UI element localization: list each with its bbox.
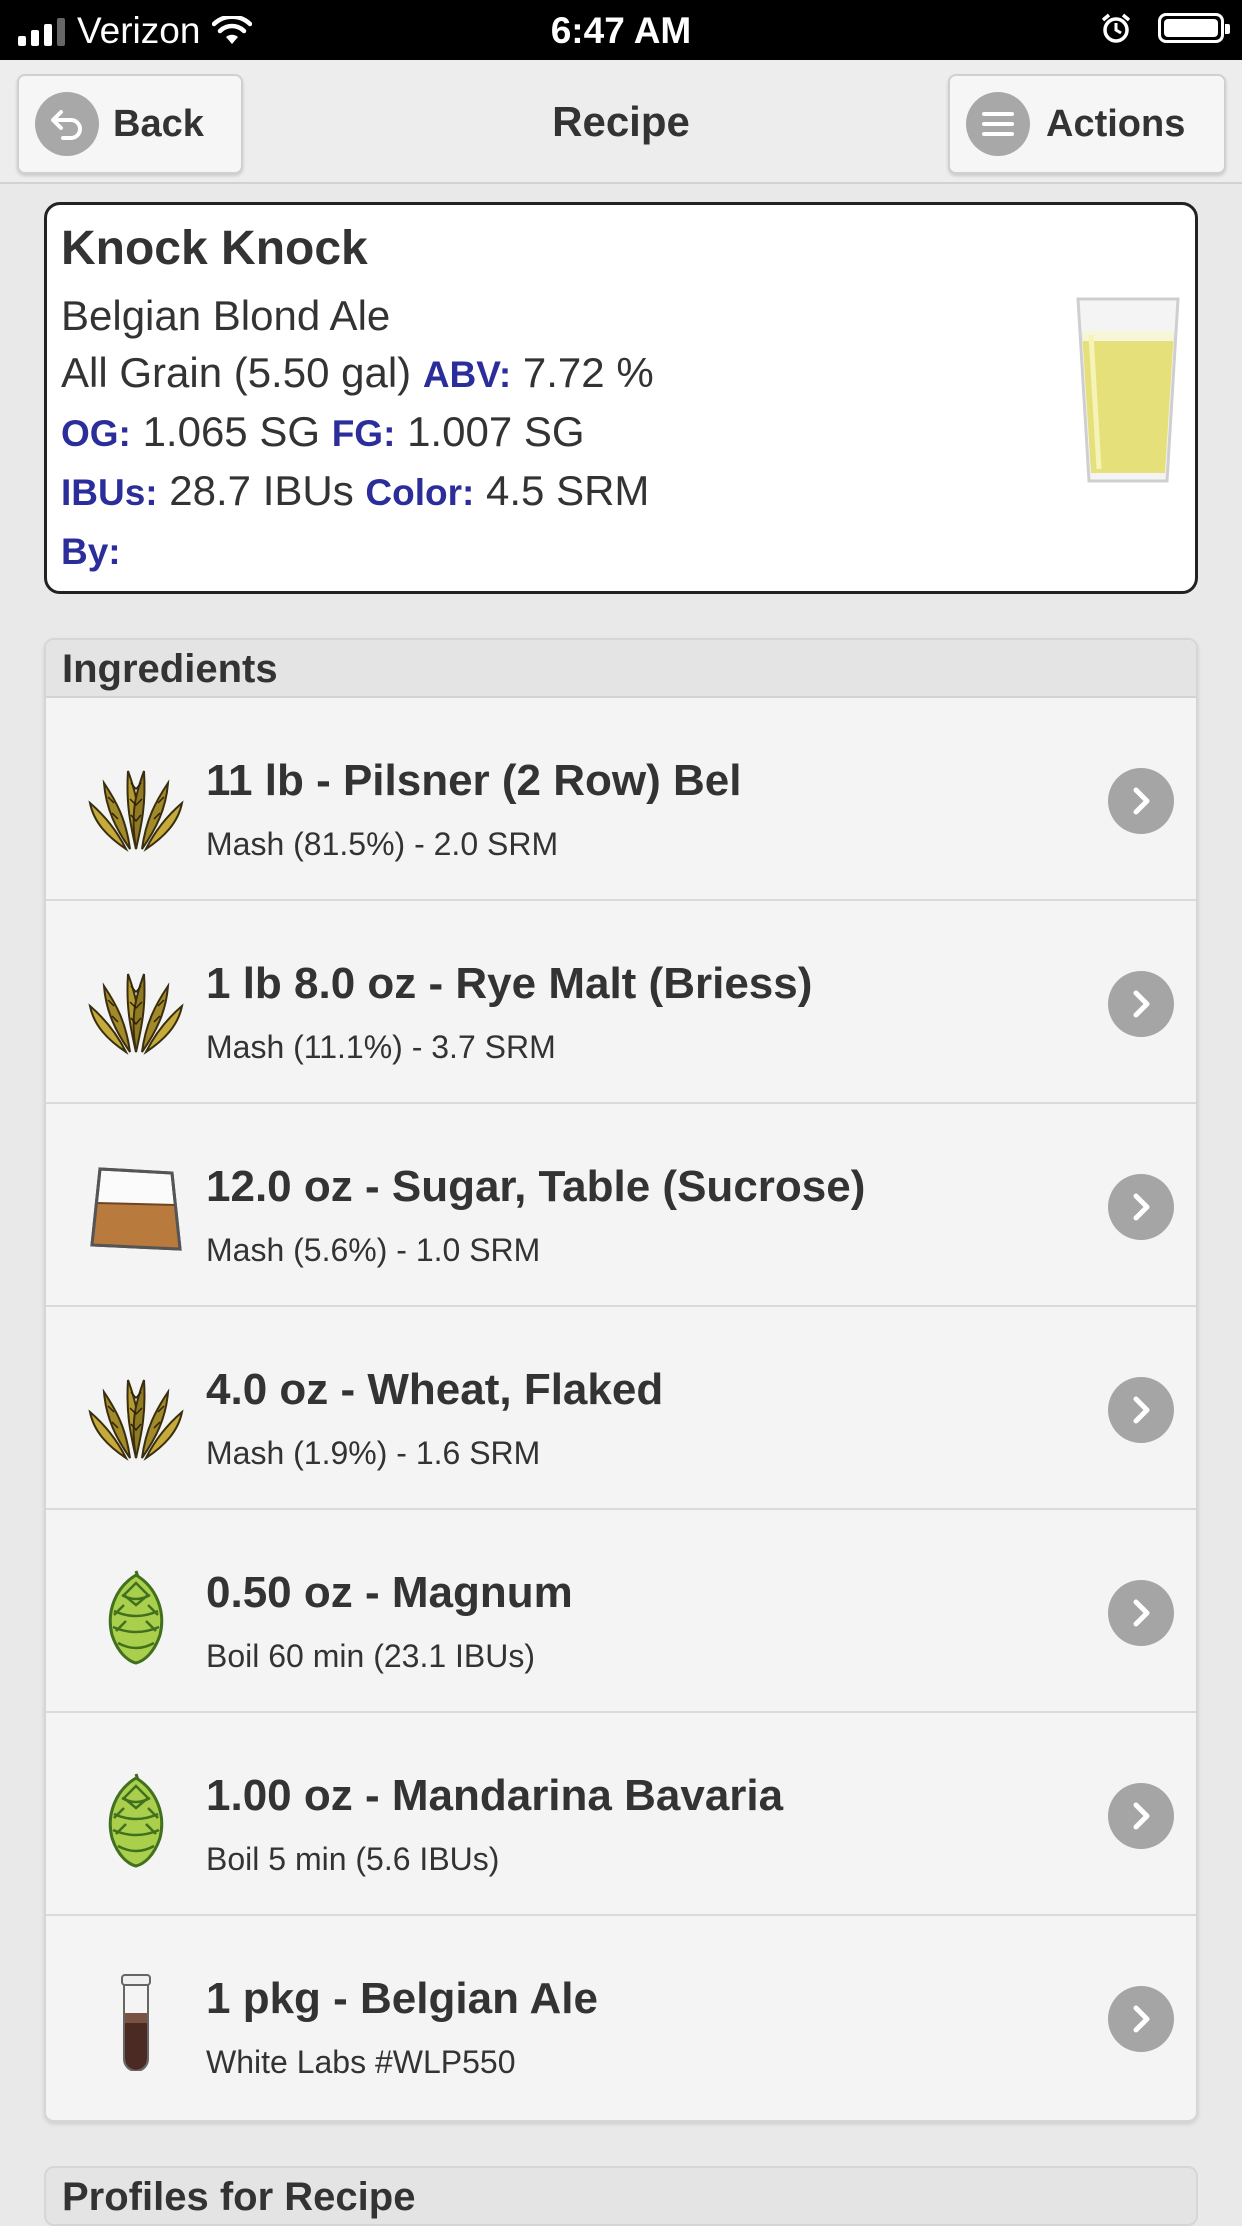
ingredient-row[interactable]: 1 pkg - Belgian Ale White Labs #WLP550: [46, 1916, 1196, 2119]
chevron-right-icon[interactable]: [1108, 971, 1174, 1037]
recipe-ibu-color: IBUs: 28.7 IBUs Color: 4.5 SRM: [61, 462, 1181, 521]
color-value: 4.5 SRM: [486, 467, 650, 514]
abv-label: ABV:: [422, 354, 512, 395]
ingredient-title: 12.0 oz - Sugar, Table (Sucrose): [206, 1162, 866, 1211]
color-label: Color:: [365, 472, 475, 513]
ingredient-title: 0.50 oz - Magnum: [206, 1568, 573, 1617]
ingredient-row[interactable]: 1 lb 8.0 oz - Rye Malt (Briess) Mash (11.…: [46, 901, 1196, 1104]
ibu-label: IBUs:: [61, 472, 158, 513]
recipe-style: Belgian Blond Ale: [61, 292, 391, 339]
ingredient-subtitle: Boil 5 min (5.6 IBUs): [206, 1841, 500, 1877]
ingredient-subtitle: Mash (1.9%) - 1.6 SRM: [206, 1435, 541, 1471]
grain-icon: [86, 753, 186, 853]
recipe-name: Knock Knock: [61, 222, 368, 275]
chevron-right-icon[interactable]: [1108, 1174, 1174, 1240]
ingredient-row[interactable]: 4.0 oz - Wheat, Flaked Mash (1.9%) - 1.6 …: [46, 1307, 1196, 1510]
back-label: Back: [113, 102, 204, 145]
ingredient-subtitle: Mash (81.5%) - 2.0 SRM: [206, 826, 559, 862]
back-arrow-icon: [35, 92, 99, 156]
yeast-vial-icon: [86, 1971, 186, 2072]
beer-glass-icon: [1076, 297, 1180, 483]
ingredient-title: 1 pkg - Belgian Ale: [206, 1974, 599, 2023]
alarm-icon: [1101, 13, 1131, 43]
fg-label: FG:: [331, 413, 396, 454]
actions-button[interactable]: Actions: [948, 74, 1226, 174]
fg-value: 1.007 SG: [407, 408, 585, 455]
ibu-value: 28.7 IBUs: [169, 467, 354, 514]
chevron-right-icon[interactable]: [1108, 1783, 1174, 1849]
menu-icon: [966, 92, 1030, 156]
ingredient-title: 1.00 oz - Mandarina Bavaria: [206, 1771, 784, 1820]
clock: 6:47 AM: [550, 10, 692, 51]
status-bar: Verizon 6:47 AM: [0, 0, 1242, 60]
recipe-summary-card[interactable]: Knock Knock Belgian Blond Ale All Grain …: [44, 202, 1198, 594]
ingredient-title: 11 lb - Pilsner (2 Row) Bel: [206, 756, 742, 805]
profiles-section-header: Profiles for Recipe: [44, 2166, 1198, 2226]
ingredient-row[interactable]: 11 lb - Pilsner (2 Row) Bel Mash (81.5%) …: [46, 698, 1196, 901]
chevron-right-icon[interactable]: [1108, 768, 1174, 834]
ingredients-section: Ingredients 11 lb - Pilsner (2 Row) Bel M…: [44, 638, 1198, 2122]
by-label: By:: [61, 531, 121, 572]
battery-icon: [1158, 13, 1230, 43]
chevron-right-icon[interactable]: [1108, 1580, 1174, 1646]
ingredient-subtitle: Mash (11.1%) - 3.7 SRM: [206, 1029, 556, 1065]
recipe-type-batch: All Grain (5.50 gal): [61, 349, 412, 396]
ingredient-row[interactable]: 0.50 oz - Magnum Boil 60 min (23.1 IBUs): [46, 1510, 1196, 1713]
chevron-right-icon[interactable]: [1108, 1377, 1174, 1443]
chevron-right-icon[interactable]: [1108, 1986, 1174, 2052]
ingredient-title: 4.0 oz - Wheat, Flaked: [206, 1365, 664, 1414]
ingredient-row[interactable]: 12.0 oz - Sugar, Table (Sucrose) Mash (5.…: [46, 1104, 1196, 1307]
ingredient-title: 1 lb 8.0 oz - Rye Malt (Briess): [206, 959, 813, 1008]
og-value: 1.065 SG: [142, 408, 321, 455]
recipe-batch-abv: All Grain (5.50 gal) ABV: 7.72 %: [61, 344, 1181, 403]
grain-icon: [86, 956, 186, 1056]
recipe-author: By:: [61, 521, 1181, 580]
ingredient-subtitle: Boil 60 min (23.1 IBUs): [206, 1638, 536, 1674]
ingredient-subtitle: White Labs #WLP550: [206, 2044, 516, 2080]
page-title: Recipe: [552, 98, 690, 145]
ingredients-list: 11 lb - Pilsner (2 Row) Bel Mash (81.5%) …: [46, 698, 1196, 2119]
abv-value: 7.72 %: [522, 349, 654, 396]
grain-icon: [86, 1362, 186, 1462]
hop-icon: [86, 1768, 186, 1868]
recipe-gravity: OG: 1.065 SG FG: 1.007 SG: [61, 403, 1181, 462]
sugar-bag-icon: [86, 1159, 186, 1259]
ingredient-subtitle: Mash (5.6%) - 1.0 SRM: [206, 1232, 541, 1268]
ingredient-row[interactable]: 1.00 oz - Mandarina Bavaria Boil 5 min (5…: [46, 1713, 1196, 1916]
ingredients-header: Ingredients: [46, 640, 1196, 698]
og-label: OG:: [61, 413, 131, 454]
nav-header: Back Recipe Actions: [0, 60, 1242, 184]
back-button[interactable]: Back: [17, 74, 243, 174]
hop-icon: [86, 1565, 186, 1665]
actions-label: Actions: [1046, 102, 1186, 145]
